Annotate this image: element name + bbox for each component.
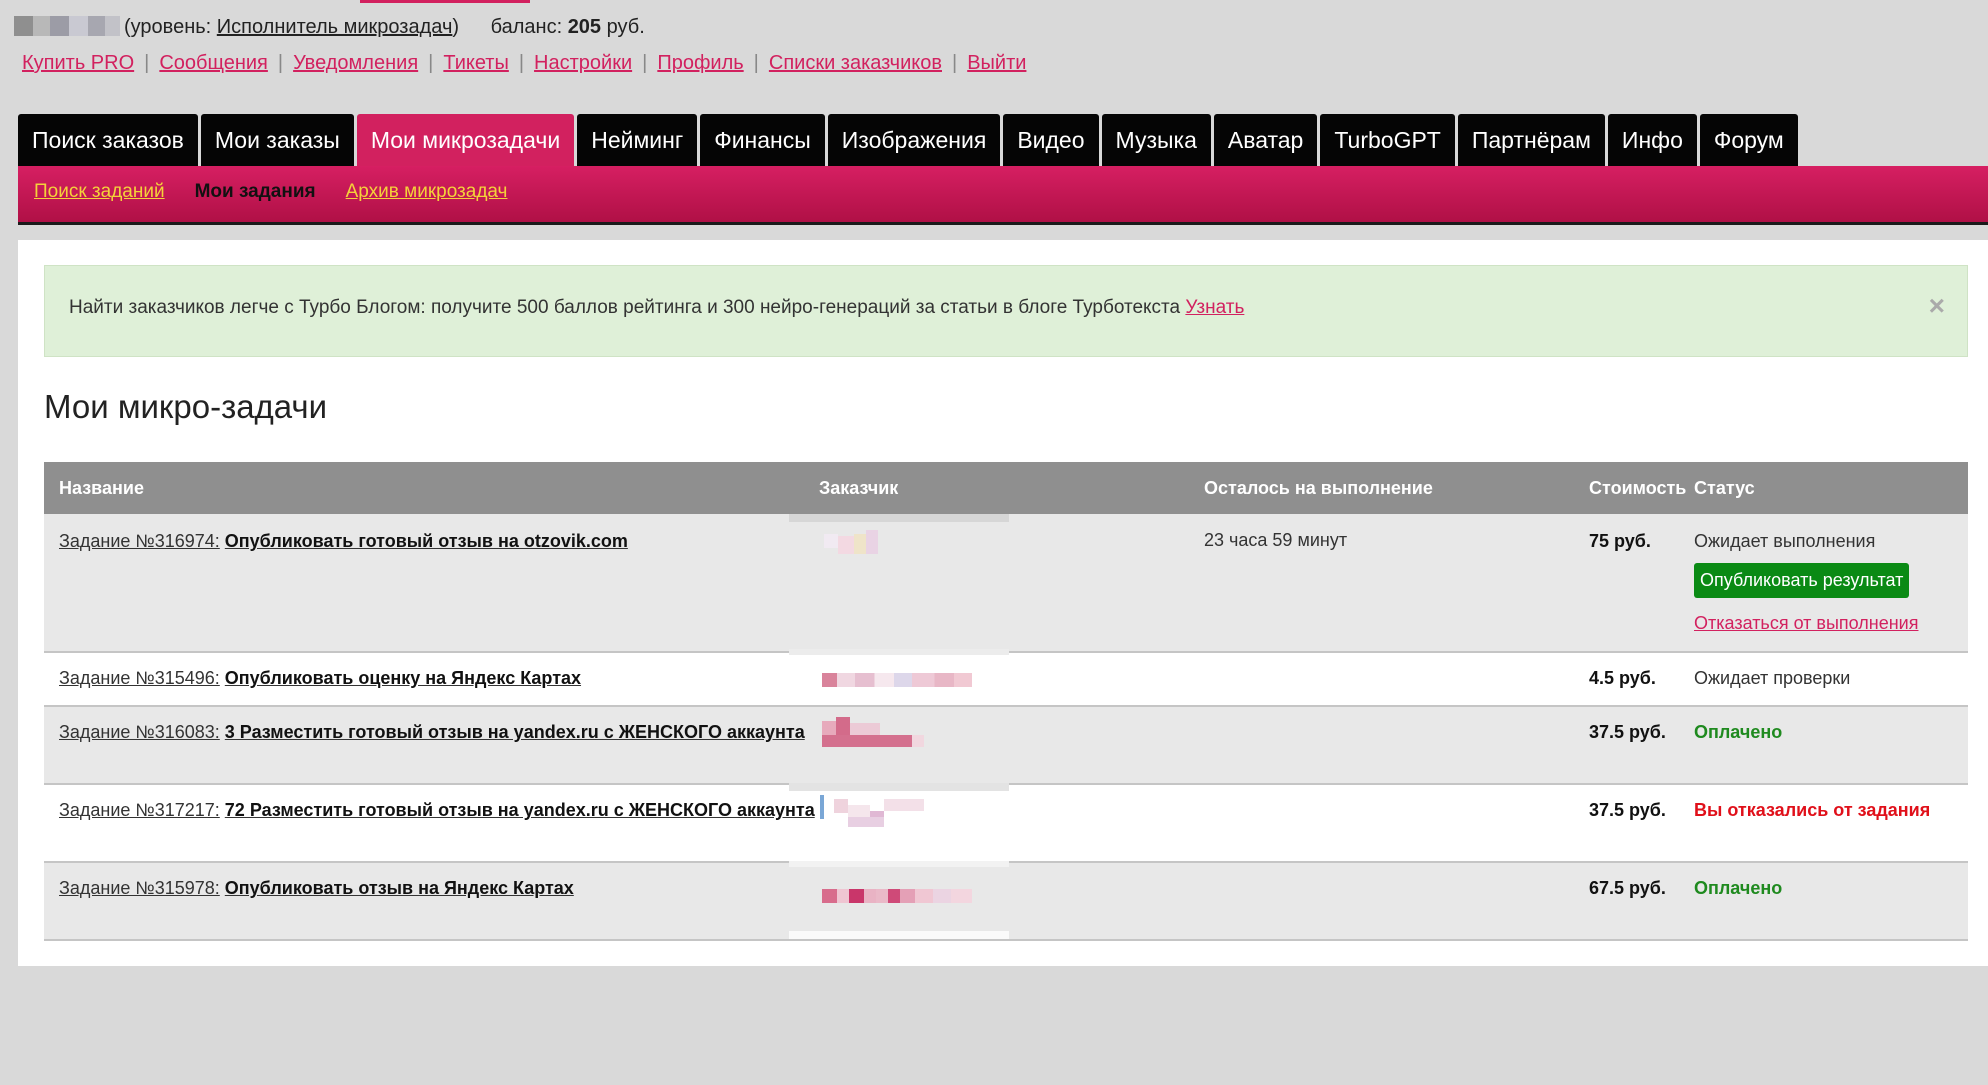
task-name-cell: Задание №315496: Опубликовать оценку на … — [59, 667, 819, 690]
main-tabs: Поиск заказов Мои заказы Мои микрозадачи… — [18, 114, 1798, 166]
nav-buy-pro[interactable]: Купить PRO — [22, 52, 134, 74]
subnav-archive[interactable]: Архив микрозадач — [346, 181, 508, 202]
nav-tickets[interactable]: Тикеты — [443, 52, 508, 74]
task-name-cell: Задание №315978: Опубликовать отзыв на Я… — [59, 877, 819, 900]
task-status: Оплачено — [1694, 878, 1783, 898]
task-title-link[interactable]: 3 Разместить готовый отзыв на yandex.ru … — [225, 722, 805, 742]
tab-my-microtasks[interactable]: Мои микрозадачи — [356, 114, 575, 166]
balance-unit: руб. — [601, 16, 645, 38]
header-time-left: Осталось на выполнение — [1204, 478, 1433, 498]
task-name-cell: Задание №316083: 3 Разместить готовый от… — [59, 721, 819, 744]
tab-music[interactable]: Музыка — [1101, 114, 1211, 166]
task-cost: 67.5 руб. — [1589, 878, 1666, 898]
alert-text: Найти заказчиков легче с Турбо Блогом: п… — [69, 297, 1186, 318]
nav-notifications[interactable]: Уведомления — [293, 52, 418, 74]
customer-blurred[interactable] — [789, 514, 1009, 651]
customer-blurred[interactable] — [789, 649, 1009, 705]
nav-profile[interactable]: Профиль — [657, 52, 743, 74]
top-decoration — [360, 0, 530, 3]
task-name-cell: Задание №316974: Опубликовать готовый от… — [59, 530, 819, 553]
header-customer: Заказчик — [819, 478, 899, 498]
nav-messages[interactable]: Сообщения — [159, 52, 268, 74]
sub-nav-bar: Поиск заданий Мои задания Архив микрозадач — [18, 166, 1988, 225]
header-status: Статус — [1694, 478, 1755, 498]
task-title-link[interactable]: 72 Разместить готовый отзыв на yandex.ru… — [225, 800, 815, 820]
task-id-link[interactable]: Задание №315496: — [59, 668, 220, 688]
task-status: Вы отказались от задания — [1694, 800, 1931, 820]
task-id-link[interactable]: Задание №316974: — [59, 531, 220, 551]
close-icon[interactable]: × — [1929, 290, 1945, 322]
tab-finance[interactable]: Финансы — [700, 114, 825, 166]
content-panel: Найти заказчиков легче с Турбо Блогом: п… — [18, 240, 1988, 966]
user-name-blurred[interactable] — [14, 16, 120, 36]
tab-my-orders[interactable]: Мои заказы — [200, 114, 354, 166]
header-cost: Стоимость — [1589, 478, 1687, 498]
table-row: Задание №315496: Опубликовать оценку на … — [44, 649, 1968, 707]
tab-forum[interactable]: Форум — [1699, 114, 1798, 166]
nav-logout[interactable]: Выйти — [967, 52, 1026, 74]
publish-result-button[interactable]: Опубликовать результат — [1694, 563, 1910, 598]
refuse-task-link[interactable]: Отказаться от выполнения — [1694, 612, 1974, 635]
task-title-link[interactable]: Опубликовать оценку на Яндекс Картах — [225, 668, 581, 688]
customer-blurred[interactable] — [789, 783, 1009, 861]
task-id-link[interactable]: Задание №317217: — [59, 800, 220, 820]
task-status-cell: Ожидает выполнения Опубликовать результа… — [1694, 530, 1974, 635]
balance-value: 205 — [567, 16, 602, 38]
level-link[interactable]: Исполнитель микрозадач — [217, 16, 453, 38]
task-cost: 37.5 руб. — [1589, 800, 1666, 820]
task-cost: 75 руб. — [1589, 531, 1651, 551]
subnav-my-tasks: Мои задания — [194, 181, 316, 202]
tab-partners[interactable]: Партнёрам — [1457, 114, 1605, 166]
task-cost: 4.5 руб. — [1589, 668, 1656, 688]
task-id-link[interactable]: Задание №316083: — [59, 722, 220, 742]
microtasks-table: Название Заказчик Осталось на выполнение… — [44, 462, 1968, 941]
tab-turbogpt[interactable]: TurboGPT — [1320, 114, 1455, 166]
alert-learn-link[interactable]: Узнать — [1185, 297, 1244, 318]
task-status: Ожидает выполнения — [1694, 531, 1876, 551]
user-info-line: (уровень: Исполнитель микрозадач) баланс… — [14, 16, 645, 39]
tab-images[interactable]: Изображения — [827, 114, 1001, 166]
customer-blurred[interactable] — [789, 707, 1009, 783]
table-row: Задание №317217: 72 Разместить готовый о… — [44, 783, 1968, 863]
table-row: Задание №316083: 3 Разместить готовый от… — [44, 707, 1968, 785]
header-name: Название — [59, 478, 144, 498]
tab-avatar[interactable]: Аватар — [1213, 114, 1318, 166]
task-title-link[interactable]: Опубликовать отзыв на Яндекс Картах — [225, 878, 574, 898]
customer-blurred[interactable] — [789, 861, 1009, 939]
page-title: Мои микро-задачи — [44, 388, 328, 425]
promo-alert: Найти заказчиков легче с Турбо Блогом: п… — [44, 265, 1968, 357]
tab-info[interactable]: Инфо — [1607, 114, 1697, 166]
task-status: Ожидает проверки — [1694, 668, 1851, 688]
tab-video[interactable]: Видео — [1003, 114, 1099, 166]
time-left: 23 часа 59 минут — [1204, 530, 1348, 550]
task-name-cell: Задание №317217: 72 Разместить готовый о… — [59, 799, 819, 822]
balance-label: баланс: — [490, 16, 568, 38]
tab-search-orders[interactable]: Поиск заказов — [18, 114, 198, 166]
nav-customer-lists[interactable]: Списки заказчиков — [769, 52, 942, 74]
task-id-link[interactable]: Задание №315978: — [59, 878, 220, 898]
top-nav: Купить PRO | Сообщения | Уведомления | Тикеты |… — [22, 52, 1027, 74]
tab-naming[interactable]: Нейминг — [577, 114, 698, 166]
nav-settings[interactable]: Настройки — [534, 52, 632, 74]
task-status: Оплачено — [1694, 722, 1783, 742]
subnav-search-tasks[interactable]: Поиск заданий — [34, 181, 165, 202]
task-cost: 37.5 руб. — [1589, 722, 1666, 742]
table-header: Название Заказчик Осталось на выполнение… — [44, 462, 1968, 514]
table-row: Задание №316974: Опубликовать готовый от… — [44, 514, 1968, 653]
task-title-link[interactable]: Опубликовать готовый отзыв на otzovik.co… — [225, 531, 628, 551]
table-row: Задание №315978: Опубликовать отзыв на Я… — [44, 861, 1968, 941]
